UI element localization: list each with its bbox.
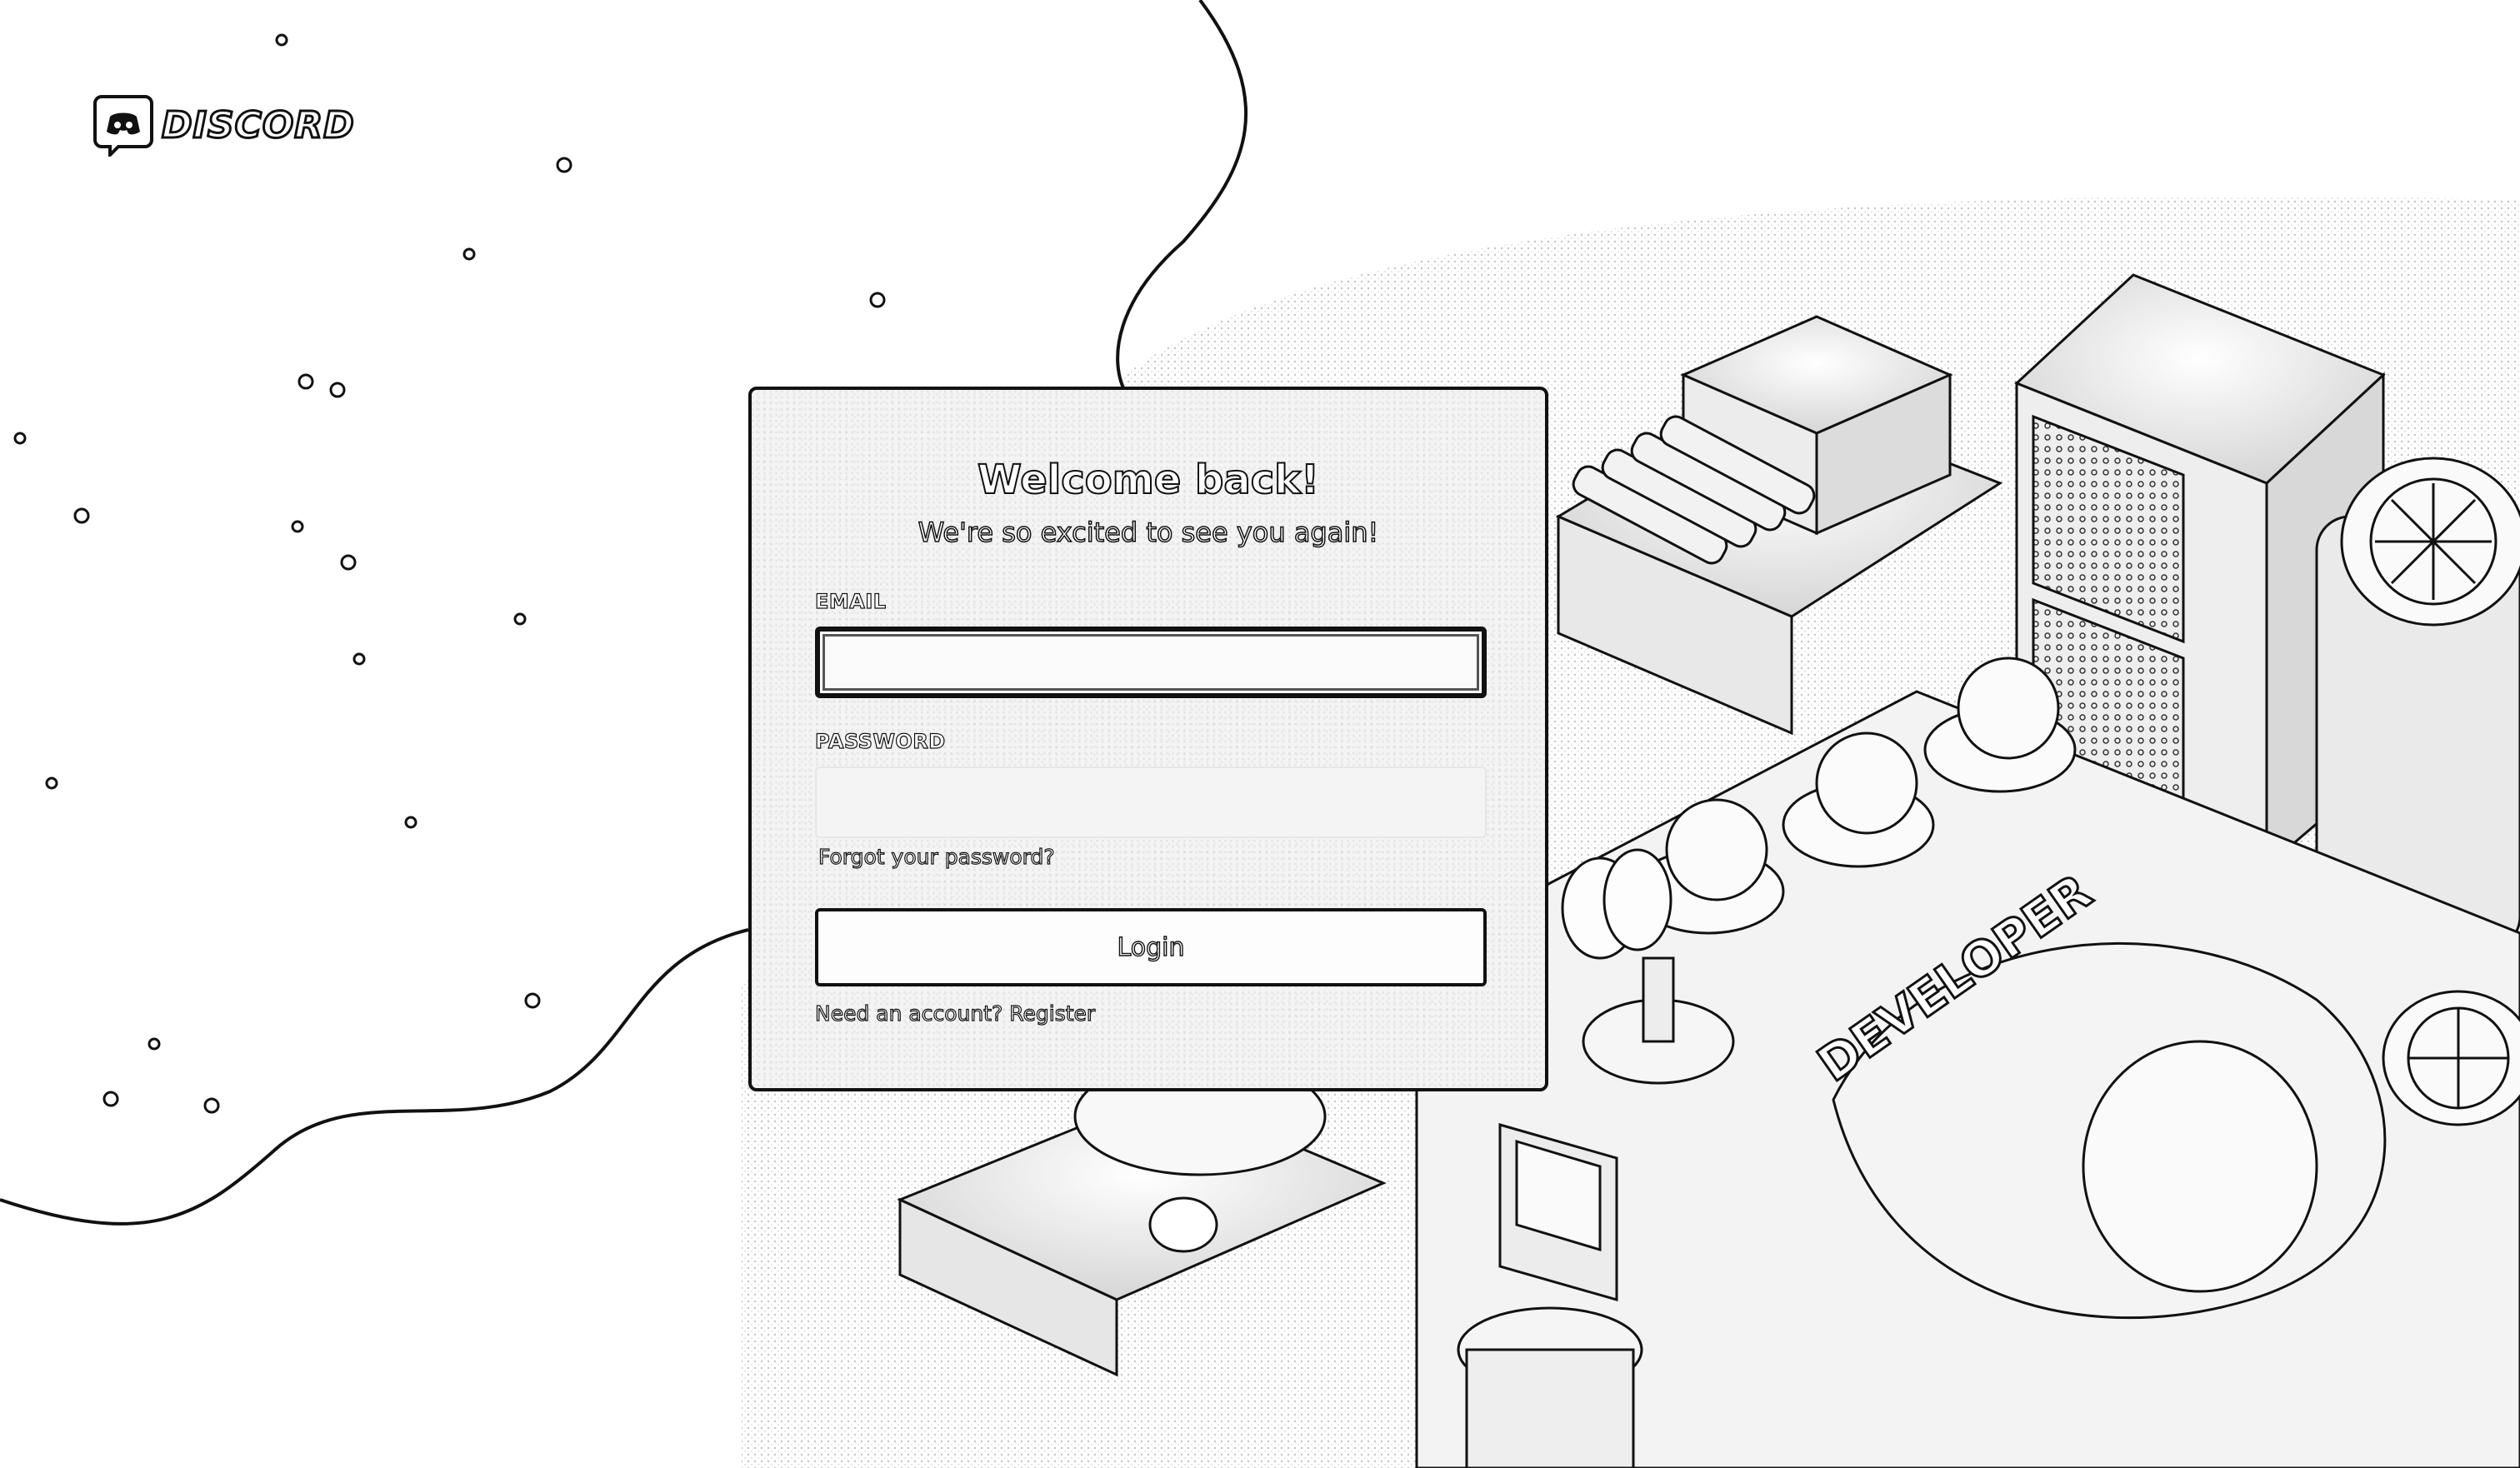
discord-logo-icon bbox=[93, 95, 153, 157]
page-subtitle: We're so excited to see you again! bbox=[918, 516, 1379, 549]
login-card: Welcome back! We're so excited to see yo… bbox=[748, 387, 1548, 1091]
register-row: Need an account? Register bbox=[814, 1001, 1096, 1026]
email-field[interactable] bbox=[815, 627, 1487, 698]
email-label: EMAIL bbox=[814, 589, 887, 613]
discord-wordmark: DISCORD bbox=[161, 102, 356, 147]
password-field[interactable] bbox=[815, 766, 1487, 838]
forgot-password-link[interactable]: Forgot your password? bbox=[818, 844, 1055, 869]
discord-logo[interactable]: DISCORD bbox=[93, 93, 355, 157]
password-label: PASSWORD bbox=[814, 729, 946, 753]
register-link[interactable]: Register bbox=[1009, 1001, 1096, 1026]
login-button[interactable]: Login bbox=[815, 908, 1487, 986]
login-page: DEVELOPER DISCORD Welcome back! We're so… bbox=[0, 0, 2520, 1468]
page-title: Welcome back! bbox=[977, 456, 1320, 504]
need-account-text: Need an account? bbox=[814, 1001, 1003, 1026]
